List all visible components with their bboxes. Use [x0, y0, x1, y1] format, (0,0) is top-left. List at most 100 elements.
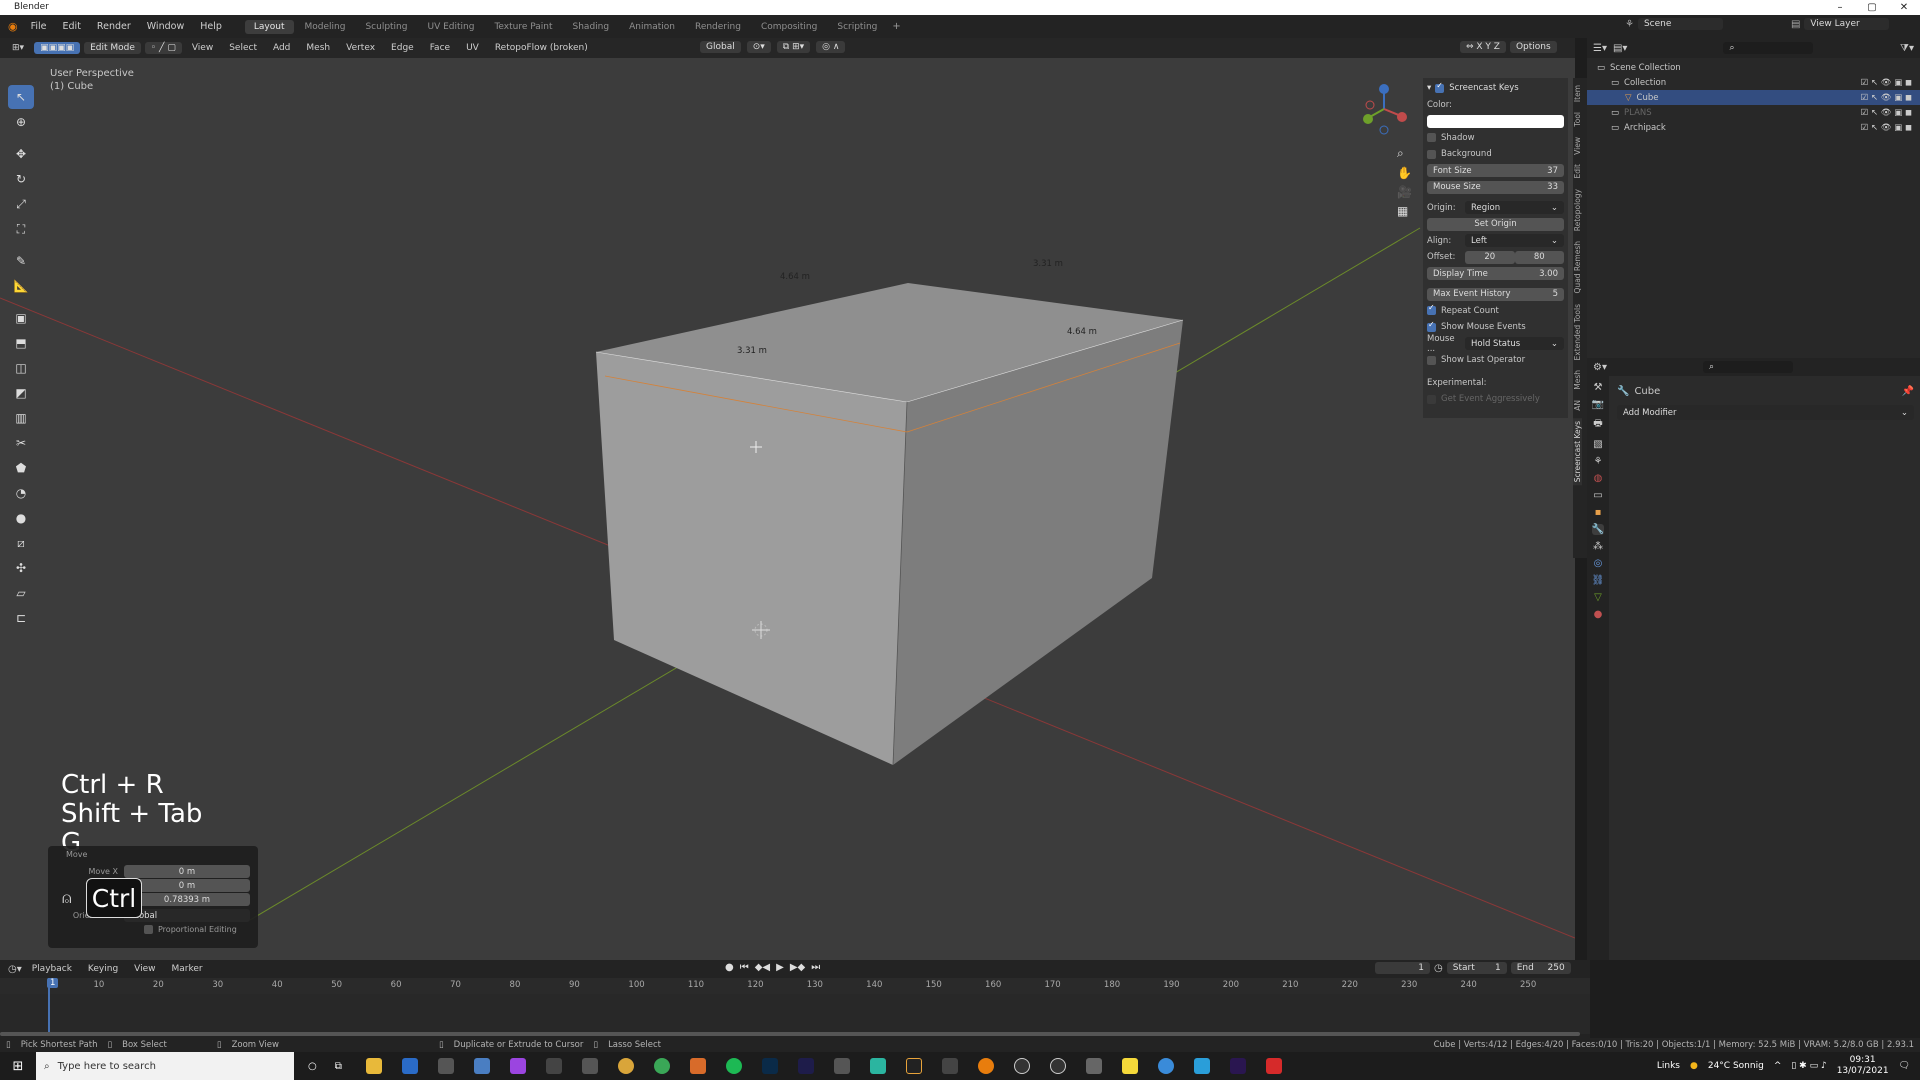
- edge-slide-tool-icon[interactable]: ⧄: [8, 531, 34, 555]
- next-keyframe-icon[interactable]: ▶◆: [790, 962, 805, 973]
- acrobat-icon[interactable]: [1265, 1058, 1282, 1074]
- modifier-properties-icon[interactable]: 🔧: [1591, 524, 1605, 535]
- clock-date[interactable]: 13/07/2021: [1837, 1066, 1889, 1077]
- move-tool-icon[interactable]: ✥: [8, 142, 34, 166]
- select-mode-buttons[interactable]: ▣▣▣▣: [34, 42, 81, 54]
- app-icon[interactable]: [1013, 1058, 1030, 1074]
- proportional-editing-icon[interactable]: ◎ ∧: [816, 41, 846, 53]
- screencast-enable-checkbox[interactable]: [1435, 81, 1445, 93]
- cursor-tool-icon[interactable]: ⊕: [8, 110, 34, 134]
- display-mode-icon[interactable]: ▤▾: [1613, 43, 1627, 54]
- visibility-toggles[interactable]: ☑ ↖ 👁 ▣ ◼: [1861, 78, 1920, 88]
- shadow-checkbox[interactable]: [1427, 133, 1436, 142]
- chrome-icon[interactable]: [1157, 1058, 1174, 1074]
- view-layer-selector[interactable]: View Layer: [1804, 18, 1890, 30]
- links-toolbar[interactable]: Links: [1657, 1061, 1680, 1071]
- app-icon[interactable]: [1085, 1058, 1102, 1074]
- tab-quad-remesh[interactable]: Quad Remesh: [1573, 238, 1582, 296]
- outlook-icon[interactable]: [401, 1058, 418, 1074]
- clock-icon[interactable]: ◷: [1434, 963, 1443, 974]
- physics-properties-icon[interactable]: ◎: [1594, 558, 1603, 569]
- menu-select[interactable]: Select: [223, 42, 263, 54]
- data-properties-icon[interactable]: ▽: [1594, 592, 1602, 603]
- tab-modeling[interactable]: Modeling: [296, 20, 355, 34]
- tab-texture-paint[interactable]: Texture Paint: [485, 20, 561, 34]
- task-view-icon[interactable]: ⧉: [335, 1061, 342, 1072]
- repeat-count-checkbox[interactable]: [1427, 303, 1436, 315]
- weather-icon[interactable]: ●: [1690, 1061, 1698, 1071]
- taskbar-search[interactable]: ⌕ Type here to search: [36, 1052, 294, 1080]
- weather-text[interactable]: 24°C Sonnig: [1708, 1061, 1764, 1071]
- operator-panel[interactable]: Move Move X 0 m 0 m 0.78393 m Orientatio…: [48, 846, 258, 948]
- view-layer-properties-icon[interactable]: ▧: [1593, 439, 1602, 450]
- mode-selector[interactable]: Edit Mode: [84, 42, 141, 54]
- start-frame-field[interactable]: Start 1: [1446, 962, 1507, 974]
- 3d-viewport[interactable]: User Perspective (1) Cube 4.64 m 3.31 m …: [0, 58, 1575, 960]
- tab-extended-tools[interactable]: Extended Tools: [1573, 301, 1582, 363]
- tab-rendering[interactable]: Rendering: [686, 20, 750, 34]
- blender-logo-icon[interactable]: ◉: [4, 20, 22, 33]
- add-modifier-button[interactable]: Add Modifier ⌄: [1617, 405, 1914, 420]
- font-size-field[interactable]: Font Size 37: [1427, 164, 1564, 177]
- app-icon[interactable]: [1049, 1058, 1066, 1074]
- offset-y-field[interactable]: 80: [1514, 250, 1564, 264]
- app-icon[interactable]: [869, 1058, 886, 1074]
- max-event-field[interactable]: Max Event History 5: [1427, 287, 1564, 301]
- align-dropdown[interactable]: Left ⌄: [1465, 234, 1564, 247]
- add-workspace-icon[interactable]: +: [888, 21, 904, 32]
- properties-editor-icon[interactable]: ⚙▾: [1593, 362, 1607, 373]
- chrome-icon[interactable]: [617, 1058, 634, 1074]
- show-mouse-checkbox[interactable]: [1427, 320, 1436, 332]
- scale-tool-icon[interactable]: ⤢: [8, 192, 34, 216]
- rotate-tool-icon[interactable]: ↻: [8, 167, 34, 191]
- menu-marker[interactable]: Marker: [166, 963, 209, 975]
- ortho-grid-icon[interactable]: ▦: [1397, 204, 1412, 218]
- pivot-point-icon[interactable]: ⊙▾: [746, 41, 771, 53]
- tab-sculpting[interactable]: Sculpting: [356, 20, 416, 34]
- maximize-icon[interactable]: ▢: [1856, 0, 1888, 15]
- menu-vertex[interactable]: Vertex: [340, 42, 381, 54]
- object-properties-icon[interactable]: ▪: [1595, 507, 1602, 518]
- tab-mesh[interactable]: Mesh: [1573, 367, 1582, 393]
- tray-icons[interactable]: ▯ ✱ ▭ ♪: [1791, 1061, 1826, 1071]
- outliner-item-archipack[interactable]: ▭ Archipack ☑ ↖ 👁 ▣ ◼: [1587, 120, 1920, 135]
- world-properties-icon[interactable]: ◍: [1594, 473, 1603, 484]
- menu-render[interactable]: Render: [90, 21, 138, 32]
- spotify-icon[interactable]: [725, 1058, 742, 1074]
- transform-orientation-dropdown[interactable]: Global: [700, 41, 741, 53]
- tab-screencast-keys[interactable]: Screencast Keys: [1573, 417, 1582, 485]
- blender-icon[interactable]: [977, 1058, 994, 1074]
- outliner-item-collection[interactable]: ▭ Collection ☑ ↖ 👁 ▣ ◼: [1587, 75, 1920, 90]
- render-properties-icon[interactable]: 📷: [1592, 399, 1604, 410]
- filter-icon[interactable]: ⧩▾: [1900, 43, 1914, 54]
- retopoflow-menu[interactable]: RetopoFlow (broken): [489, 42, 594, 54]
- outliner-item-scene-collection[interactable]: ▭ Scene Collection: [1587, 60, 1920, 75]
- transform-tool-icon[interactable]: ⛶: [8, 217, 34, 241]
- app-icon[interactable]: [473, 1058, 490, 1074]
- tab-retopology[interactable]: Retopology: [1573, 186, 1582, 234]
- cortana-icon[interactable]: ○: [308, 1061, 317, 1072]
- menu-uv[interactable]: UV: [460, 42, 485, 54]
- premiere-icon[interactable]: [1229, 1058, 1246, 1074]
- outliner-editor-icon[interactable]: ☰▾: [1593, 43, 1607, 54]
- add-cube-tool-icon[interactable]: ▣: [8, 306, 34, 330]
- menu-file[interactable]: File: [24, 21, 54, 32]
- menu-window[interactable]: Window: [140, 21, 191, 32]
- particles-properties-icon[interactable]: ⁂: [1593, 541, 1603, 552]
- shrink-fatten-tool-icon[interactable]: ✣: [8, 556, 34, 580]
- jump-start-icon[interactable]: ⏮: [740, 962, 749, 973]
- minimize-icon[interactable]: –: [1824, 0, 1856, 15]
- spin-tool-icon[interactable]: ◔: [8, 481, 34, 505]
- tab-scripting[interactable]: Scripting: [828, 20, 886, 34]
- snap-icon[interactable]: ⧉ ⊞▾: [776, 41, 811, 53]
- shear-tool-icon[interactable]: ▱: [8, 581, 34, 605]
- menu-mesh[interactable]: Mesh: [300, 42, 336, 54]
- bevel-tool-icon[interactable]: ◩: [8, 381, 34, 405]
- sticky-notes-icon[interactable]: [1121, 1058, 1138, 1074]
- display-time-field[interactable]: Display Time 3.00: [1427, 267, 1564, 280]
- extrude-tool-icon[interactable]: ⬒: [8, 331, 34, 355]
- outliner-search-input[interactable]: ⌕: [1723, 42, 1814, 54]
- camera-icon[interactable]: 🎥: [1397, 185, 1412, 199]
- menu-add[interactable]: Add: [267, 42, 296, 54]
- tab-tool[interactable]: Tool: [1573, 109, 1582, 130]
